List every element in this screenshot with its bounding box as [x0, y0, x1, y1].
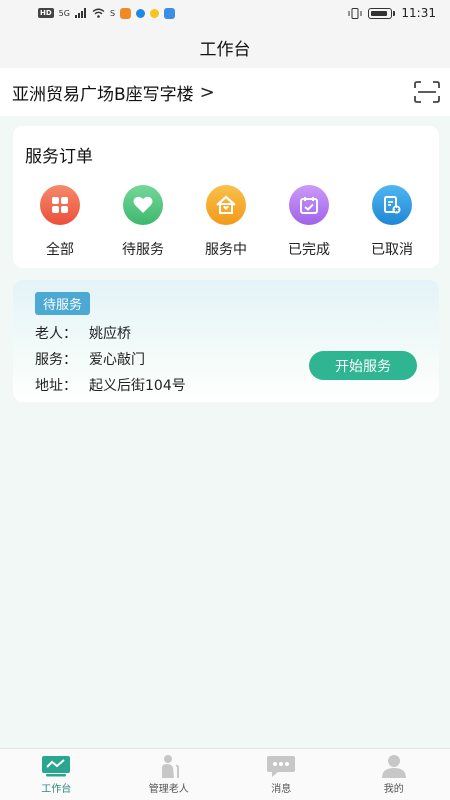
- order-all[interactable]: 全部: [27, 185, 93, 259]
- signal-bars-icon: [74, 8, 86, 18]
- service-order-card[interactable]: 待服务 老人： 姚应桥 服务： 爱心敲门 地址： 起义后街104号 开始服务: [13, 280, 439, 402]
- signal-indicator: 5G: [58, 8, 70, 18]
- order-in-progress[interactable]: 服务中: [193, 185, 259, 259]
- scan-icon[interactable]: [414, 81, 440, 103]
- clock: 11:31: [401, 6, 436, 20]
- calendar-check-icon: [289, 185, 329, 225]
- tab-messages[interactable]: 消息: [225, 749, 338, 800]
- elder-label: 老人：: [35, 326, 77, 342]
- order-in-progress-label: 服务中: [205, 242, 247, 258]
- vibrate-icon: [348, 7, 362, 19]
- tab-workbench[interactable]: 工作台: [0, 749, 113, 800]
- status-left: HD 5G S: [38, 7, 176, 19]
- s-app-icon: S: [109, 8, 116, 18]
- chevron-right-icon: >: [199, 81, 215, 103]
- order-completed-label: 已完成: [288, 242, 330, 258]
- orange-app-icon: [120, 7, 132, 19]
- order-pending[interactable]: 待服务: [110, 185, 176, 259]
- status-right: 11:31: [348, 6, 436, 20]
- cancel-doc-icon: [372, 185, 412, 225]
- order-all-label: 全部: [46, 242, 74, 258]
- location-bar: 亚洲贸易广场B座写字楼 >: [0, 68, 450, 116]
- location-name: 亚洲贸易广场B座写字楼: [12, 84, 194, 105]
- tab-workbench-label: 工作台: [41, 784, 72, 795]
- orders-title: 服务订单: [25, 147, 93, 167]
- elder-value: 姚应桥: [89, 326, 131, 342]
- wifi-icon: [92, 8, 105, 18]
- hd-indicator: HD: [38, 8, 54, 18]
- service-value: 爱心敲门: [89, 352, 145, 368]
- header: 工作台: [0, 26, 450, 68]
- location-selector[interactable]: 亚洲贸易广场B座写字楼 >: [12, 80, 215, 105]
- tab-profile[interactable]: 我的: [338, 749, 450, 800]
- order-cancelled-label: 已取消: [371, 242, 413, 258]
- tab-profile-label: 我的: [383, 784, 404, 795]
- home-icon: [206, 185, 246, 225]
- order-cancelled[interactable]: 已取消: [359, 185, 425, 259]
- orders-row: 全部 待服务 服务中 已完成 已取消: [25, 185, 427, 259]
- tab-manage-elderly[interactable]: 管理老人: [113, 749, 226, 800]
- profile-icon: [379, 754, 409, 778]
- grid-icon: [40, 185, 80, 225]
- cloud-app-icon: [164, 7, 176, 19]
- start-service-button[interactable]: 开始服务: [309, 351, 417, 380]
- service-label: 服务：: [35, 352, 77, 368]
- status-bar: HD 5G S 11:31: [0, 0, 450, 26]
- workbench-icon: [41, 754, 71, 778]
- service-orders-card: 服务订单 全部 待服务 服务中 已完成 已取消: [13, 126, 439, 268]
- order-completed[interactable]: 已完成: [276, 185, 342, 259]
- bottom-nav: 工作台 管理老人 消息 我的: [0, 748, 450, 800]
- elderly-icon: [154, 754, 184, 778]
- tab-messages-label: 消息: [271, 784, 292, 795]
- message-icon: [266, 754, 296, 778]
- blue-app-icon: [136, 8, 146, 18]
- address-label: 地址：: [35, 378, 77, 394]
- elder-row: 老人： 姚应桥: [35, 323, 417, 343]
- battery-tip: [393, 10, 396, 16]
- order-pending-label: 待服务: [122, 242, 164, 258]
- yellow-app-icon: [150, 8, 160, 18]
- address-value: 起义后街104号: [89, 378, 186, 394]
- page-title: 工作台: [199, 39, 251, 60]
- battery-icon: [368, 7, 393, 19]
- heart-icon: [123, 185, 163, 225]
- tab-manage-elderly-label: 管理老人: [148, 784, 189, 795]
- status-badge: 待服务: [35, 292, 91, 315]
